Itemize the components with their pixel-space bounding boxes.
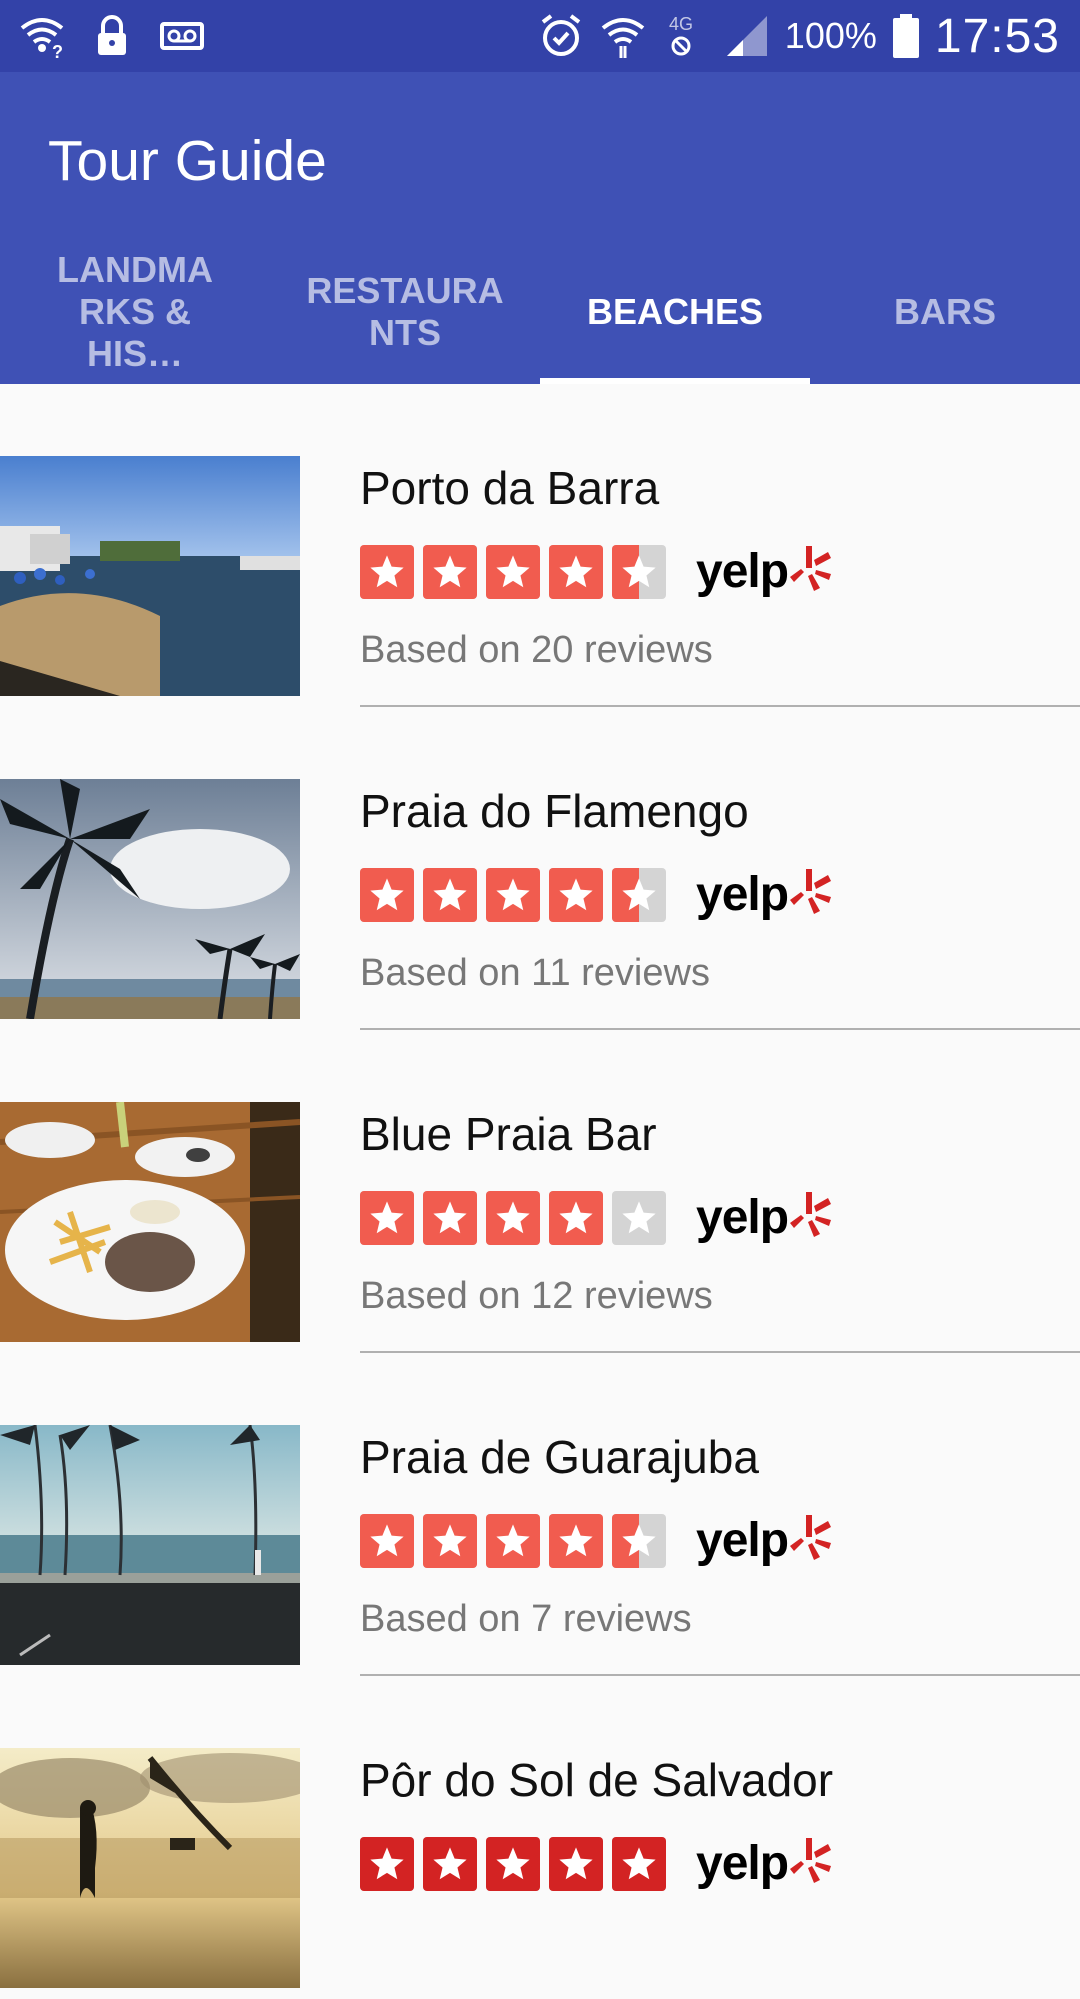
wifi-icon [599,12,647,60]
star-rating [360,1514,666,1568]
rating-row: yelp [360,1513,1060,1569]
app-title: Tour Guide [48,129,327,193]
yelp-logo[interactable]: yelp [696,1188,832,1248]
star-icon [549,1191,603,1245]
star-icon [549,545,603,599]
star-icon [612,1837,666,1891]
star-icon [486,545,540,599]
list-item[interactable]: Porto da Barra yelp Based on 20 reviews [0,384,1080,707]
status-right-icons: 4G 100% 17:53 [537,0,1060,72]
star-icon [423,1191,477,1245]
review-count: Based on 11 reviews [360,952,710,994]
tab-landmarks[interactable]: LANDMA RKS & HIS… [0,240,270,384]
star-rating [360,545,666,599]
star-rating [360,868,666,922]
review-count: Based on 20 reviews [360,629,713,671]
star-rating [360,1837,666,1891]
yelp-logo[interactable]: yelp [696,1834,832,1894]
yelp-wordmark: yelp [696,1191,789,1244]
yelp-wordmark: yelp [696,868,789,921]
star-icon [360,868,414,922]
battery-icon [891,12,921,60]
star-icon [549,1837,603,1891]
clock: 17:53 [934,9,1060,63]
app-bar: Tour Guide LANDMA RKS & HIS… RESTAURA NT… [0,72,1080,384]
tab-restaurants[interactable]: RESTAURA NTS [270,240,540,384]
palm-trees-photo [0,779,300,1019]
data-off-icon: 4G [661,12,709,60]
yelp-burst-icon [788,1188,832,1248]
yelp-wordmark: yelp [696,1837,789,1890]
place-name: Pôr do Sol de Salvador [360,1754,834,1806]
star-icon [549,868,603,922]
alarm-icon [537,12,585,60]
network-label: 4G [669,14,693,34]
place-name: Porto da Barra [360,462,660,514]
yelp-logo[interactable]: yelp [696,865,832,925]
place-name: Praia do Flamengo [360,785,749,837]
tab-bars[interactable]: BARS [810,240,1080,384]
star-icon [423,1837,477,1891]
yelp-burst-icon [788,1834,832,1894]
place-name: Blue Praia Bar [360,1108,657,1160]
lock-icon [88,12,136,60]
item-info: Porto da Barra yelp Based on 20 reviews [360,460,1060,674]
star-icon [612,545,666,599]
sunset-photo [0,1748,300,1988]
item-info: Blue Praia Bar yelp Based on 12 reviews [360,1106,1060,1320]
star-icon [612,1191,666,1245]
list-item[interactable]: Praia de Guarajuba yelp Based on 7 revie… [0,1353,1080,1676]
yelp-wordmark: yelp [696,545,789,598]
star-icon [486,1514,540,1568]
yelp-burst-icon [788,542,832,602]
review-count: Based on 12 reviews [360,1275,713,1317]
beach-photo [0,456,300,696]
item-info: Praia do Flamengo yelp Based on 11 revie… [360,783,1060,997]
tab-beaches[interactable]: BEACHES [540,240,810,384]
star-icon [360,1837,414,1891]
star-icon [423,868,477,922]
star-icon [612,868,666,922]
star-icon [360,1191,414,1245]
list-item[interactable]: Pôr do Sol de Salvador yelp [0,1676,1080,1999]
tab-bar: LANDMA RKS & HIS… RESTAURA NTS BEACHES B… [0,240,1080,384]
wifi-question-icon: ? [18,12,66,62]
signal-icon [723,12,771,60]
rating-row: yelp [360,867,1060,923]
list-item[interactable]: Praia do Flamengo yelp Based on 11 revie… [0,707,1080,1030]
star-icon [360,1514,414,1568]
rating-row: yelp [360,1836,1060,1892]
yelp-wordmark: yelp [696,1514,789,1567]
star-icon [486,1191,540,1245]
star-icon [360,545,414,599]
battery-percent: 100% [784,15,877,56]
star-rating [360,1191,666,1245]
rating-row: yelp [360,1190,1060,1246]
seaside-road-photo [0,1425,300,1665]
list-item[interactable]: Blue Praia Bar yelp Based on 12 reviews [0,1030,1080,1353]
star-icon [423,545,477,599]
star-icon [423,1514,477,1568]
item-info: Praia de Guarajuba yelp Based on 7 revie… [360,1429,1060,1643]
svg-text:?: ? [52,42,63,60]
yelp-logo[interactable]: yelp [696,1511,832,1571]
rating-row: yelp [360,544,1060,600]
yelp-burst-icon [788,1511,832,1571]
place-list: Porto da Barra yelp Based on 20 reviews … [0,384,1080,1999]
status-bar: ? 4G 100% 17:53 [0,0,1080,72]
review-count: Based on 7 reviews [360,1598,692,1640]
yelp-burst-icon [788,865,832,925]
food-plate-photo [0,1102,300,1342]
star-icon [486,1837,540,1891]
star-icon [612,1514,666,1568]
star-icon [549,1514,603,1568]
star-icon [486,868,540,922]
voicemail-icon [158,12,206,60]
item-info: Pôr do Sol de Salvador yelp [360,1752,1060,1918]
place-name: Praia de Guarajuba [360,1431,759,1483]
status-left-icons: ? [18,0,206,72]
yelp-logo[interactable]: yelp [696,542,832,602]
